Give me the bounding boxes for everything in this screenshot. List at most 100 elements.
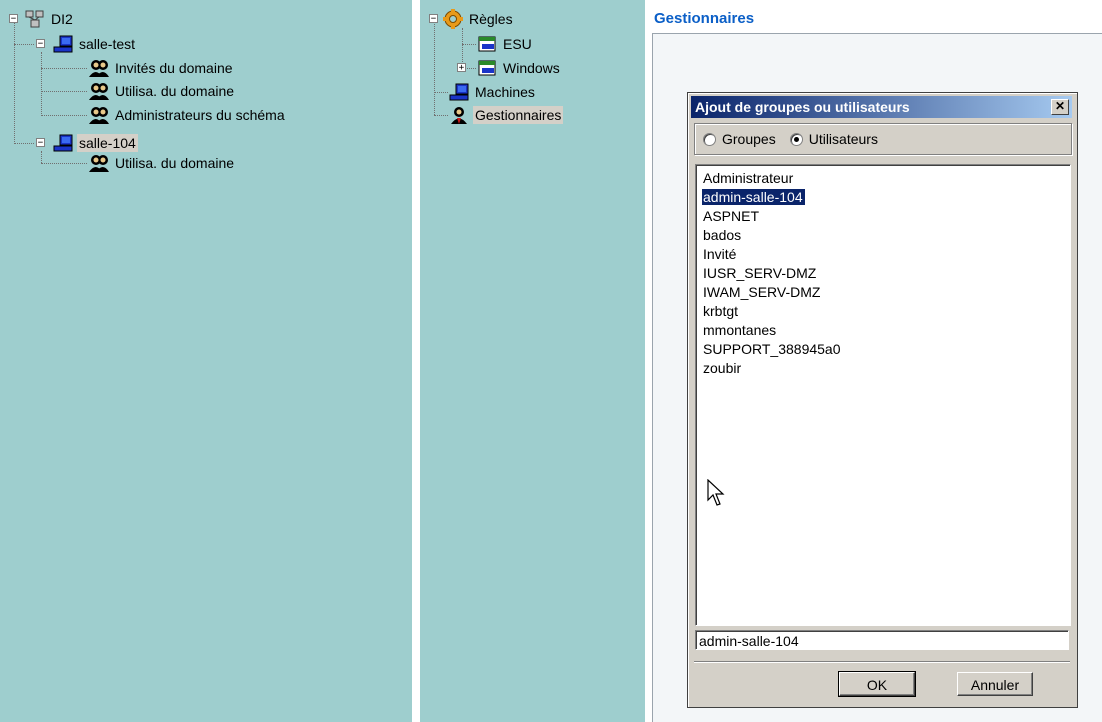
tree-connector	[14, 44, 34, 45]
tree-node-root[interactable]: DI2	[24, 8, 75, 30]
computer-icon	[53, 134, 73, 152]
computer-icon	[449, 83, 469, 101]
selection-field[interactable]: admin-salle-104	[695, 630, 1069, 650]
list-item[interactable]: mmontanes	[696, 321, 1070, 340]
list-item[interactable]: IWAM_SERV-DMZ	[696, 283, 1070, 302]
tree-connector	[41, 68, 87, 69]
tree-node-esu[interactable]: ESU	[476, 33, 534, 55]
ok-button[interactable]: OK	[838, 671, 916, 697]
radio-users[interactable]: Utilisateurs	[789, 131, 878, 147]
tree-connector	[462, 44, 476, 45]
tree-node-windows[interactable]: Windows	[476, 57, 562, 79]
list-item[interactable]: krbtgt	[696, 302, 1070, 321]
tree-node-label: Administrateurs du schéma	[115, 107, 285, 123]
radio-button[interactable]	[703, 132, 716, 146]
list-item-label: Invité	[703, 246, 737, 262]
tree-node-rules[interactable]: Règles	[442, 8, 515, 30]
list-item[interactable]: zoubir	[696, 359, 1070, 378]
dialog-titlebar[interactable]: Ajout de groupes ou utilisateurs ✕	[691, 96, 1072, 118]
list-item-label: zoubir	[703, 360, 742, 376]
list-item[interactable]: ASPNET	[696, 207, 1070, 226]
list-item-label: Administrateur	[703, 170, 794, 186]
tree-node-label: Invités du domaine	[115, 60, 233, 76]
close-icon[interactable]: ✕	[1051, 99, 1069, 115]
tree-node-label: Gestionnaires	[473, 106, 564, 124]
expand-toggle[interactable]: +	[457, 63, 466, 73]
list-item-label: bados	[703, 227, 742, 243]
page-title: Gestionnaires	[654, 10, 755, 27]
list-item-label: admin-salle-104	[701, 188, 806, 206]
dialog-title: Ajout de groupes ou utilisateurs	[695, 99, 910, 115]
tree-node-machines[interactable]: Machines	[448, 81, 537, 103]
tree-node-group[interactable]: Administrateurs du schéma	[88, 104, 287, 126]
tree-connector	[41, 115, 87, 116]
list-item-label: krbtgt	[703, 303, 739, 319]
tree-node-label: Utilisa. du domaine	[115, 155, 235, 171]
type-radio-group: Groupes Utilisateurs	[694, 123, 1072, 155]
list-item[interactable]: Invité	[696, 245, 1070, 264]
tree-connector	[434, 115, 448, 116]
user-group-icon	[89, 107, 109, 124]
collapse-toggle[interactable]: −	[429, 14, 438, 24]
list-item[interactable]: bados	[696, 226, 1070, 245]
tree-node-label: Windows	[503, 60, 560, 76]
list-item[interactable]: Administrateur	[696, 169, 1070, 188]
tree-node-group[interactable]: Utilisa. du domaine	[88, 152, 236, 174]
tree-node-label: ESU	[503, 36, 532, 52]
network-domain-icon	[25, 10, 44, 28]
tree-node-label: Machines	[475, 84, 535, 100]
radio-button[interactable]	[789, 132, 803, 146]
tree-connector	[41, 52, 42, 116]
collapse-toggle[interactable]: −	[9, 14, 18, 24]
list-item-selected[interactable]: admin-salle-104	[696, 188, 1070, 207]
tree-node-salle-test[interactable]: salle-test	[52, 33, 137, 55]
tree-connector	[462, 28, 463, 68]
gear-rules-icon	[443, 9, 463, 29]
tree-node-label: Utilisa. du domaine	[115, 83, 235, 99]
tree-connector	[434, 18, 435, 115]
computer-icon	[53, 35, 73, 53]
manager-user-icon	[451, 107, 467, 124]
pane-splitter[interactable]	[412, 0, 420, 722]
cancel-button[interactable]: Annuler	[957, 672, 1033, 696]
tree-node-label: salle-test	[79, 36, 136, 52]
collapse-toggle[interactable]: −	[36, 138, 45, 148]
user-group-icon	[89, 83, 109, 100]
tree-connector	[41, 151, 42, 163]
domain-tree-pane: − − − DI2 salle-test Invités du domaine …	[0, 0, 412, 722]
add-groups-users-dialog: Ajout de groupes ou utilisateurs ✕ Group…	[687, 92, 1078, 708]
user-group-icon	[89, 155, 109, 172]
rules-tree-pane: − + Règles ESU Windows Machines Gestionn…	[420, 0, 645, 722]
tree-node-label: salle-104	[77, 134, 138, 152]
tree-node-group[interactable]: Invités du domaine	[88, 57, 235, 79]
radio-label: Groupes	[722, 131, 776, 147]
tree-node-managers[interactable]: Gestionnaires	[448, 104, 564, 126]
collapse-toggle[interactable]: −	[36, 39, 45, 49]
list-item[interactable]: SUPPORT_388945a0	[696, 340, 1070, 359]
list-item-label: ASPNET	[703, 208, 760, 224]
user-group-icon	[89, 60, 109, 77]
mouse-cursor-icon	[707, 479, 725, 506]
list-item-label: mmontanes	[703, 322, 777, 338]
tree-node-label: DI2	[51, 11, 73, 27]
tree-connector	[14, 18, 15, 144]
radio-groups[interactable]: Groupes	[703, 131, 776, 147]
radio-label: Utilisateurs	[808, 131, 878, 147]
list-item-label: IWAM_SERV-DMZ	[703, 284, 821, 300]
tree-connector	[434, 92, 448, 93]
list-item-label: SUPPORT_388945a0	[703, 341, 841, 357]
tree-connector	[14, 143, 34, 144]
domain-tree: − − − DI2 salle-test Invités du domaine …	[0, 0, 412, 722]
tree-node-salle-104[interactable]: salle-104	[52, 132, 138, 154]
list-item-label: IUSR_SERV-DMZ	[703, 265, 817, 281]
policy-icon	[478, 60, 496, 76]
tree-node-group[interactable]: Utilisa. du domaine	[88, 80, 236, 102]
list-item[interactable]: IUSR_SERV-DMZ	[696, 264, 1070, 283]
tree-connector	[41, 91, 87, 92]
tree-node-label: Règles	[469, 11, 513, 27]
rules-tree: − + Règles ESU Windows Machines Gestionn…	[420, 0, 645, 722]
policy-icon	[478, 36, 496, 52]
user-list[interactable]: Administrateur admin-salle-104 ASPNET ba…	[695, 164, 1071, 626]
pane-splitter[interactable]	[645, 0, 651, 722]
tree-connector	[41, 163, 87, 164]
